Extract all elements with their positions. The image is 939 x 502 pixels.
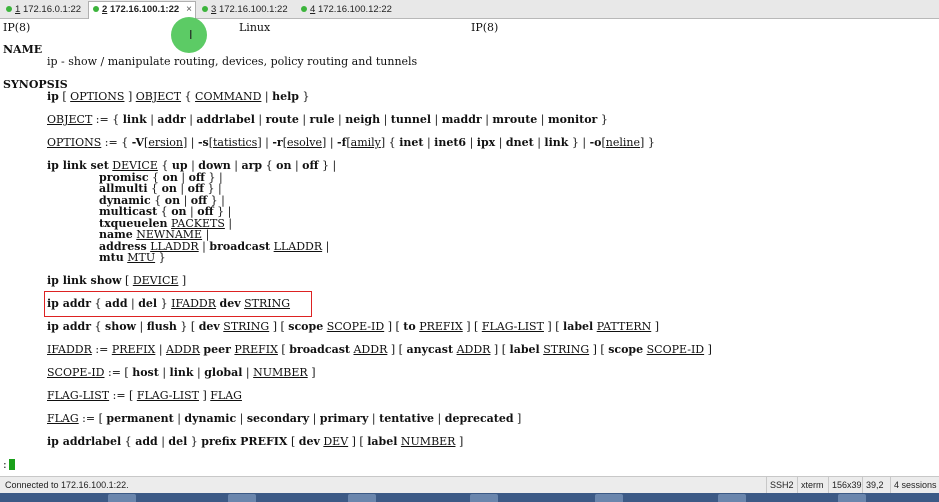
highlight-box (44, 291, 312, 317)
session-tab-3[interactable]: 3 172.16.100.1:22 (198, 2, 294, 17)
taskbar-button[interactable] (348, 494, 376, 502)
taskbar-button[interactable] (228, 494, 256, 502)
ifaddr-line: IFADDR := PREFIX | ADDR peer PREFIX [ br… (47, 343, 712, 356)
session-tab-4[interactable]: 4 172.16.100.12:22 (297, 2, 397, 17)
os-taskbar (0, 493, 939, 502)
connected-icon (202, 6, 208, 13)
options-line: OPTIONS := { -V[ersion] | -s[tatistics] … (47, 136, 655, 149)
taskbar-button[interactable] (718, 494, 746, 502)
addrlabel-line: ip addrlabel { add | del } prefix PREFIX… (47, 435, 464, 448)
name-heading: NAME (3, 43, 43, 56)
session-tab-1[interactable]: 1 172.16.0.1:22 (2, 2, 86, 17)
ibeam-cursor-icon: I (189, 28, 193, 42)
flag-list-line: FLAG-LIST := [ FLAG-LIST ] FLAG (47, 389, 242, 402)
session-tab-2[interactable]: 2 172.16.100.1:22 × (88, 1, 196, 19)
manpage-header-right: IP(8) (471, 21, 499, 34)
pager-prompt: : (3, 458, 7, 471)
addr-show-line: ip addr { show | flush } [ dev STRING ] … (47, 320, 660, 333)
taskbar-button[interactable] (470, 494, 498, 502)
flag-line: FLAG := [ permanent | dynamic | secondar… (47, 412, 522, 425)
taskbar-button[interactable] (838, 494, 866, 502)
manpage-header-center: Linux (239, 21, 271, 34)
cursor-position-status: 39,2 (862, 477, 884, 494)
manpage-header-left: IP(8) (3, 21, 31, 34)
connected-icon (93, 6, 99, 13)
terminal-size-status: 156x39 (828, 477, 862, 494)
scope-id-line: SCOPE-ID := [ host | link | global | NUM… (47, 366, 316, 379)
connected-icon (301, 6, 307, 13)
name-description: ip - show / manipulate routing, devices,… (47, 55, 418, 68)
taskbar-button[interactable] (108, 494, 136, 502)
link-set-line: mtu MTU } (99, 251, 166, 264)
protocol-status: SSH2 (766, 477, 794, 494)
connected-icon (6, 6, 12, 13)
taskbar-button[interactable] (595, 494, 623, 502)
connection-status: Connected to 172.16.100.1:22. (5, 480, 129, 490)
status-bar: Connected to 172.16.100.1:22. SSH2 xterm… (0, 476, 939, 494)
session-tab-bar: 1 172.16.0.1:22 2 172.16.100.1:22 × 3 17… (0, 0, 939, 19)
object-line: OBJECT := { link | addr | addrlabel | ro… (47, 113, 608, 126)
link-show-line: ip link show [ DEVICE ] (47, 274, 187, 287)
synopsis-line: ip [ OPTIONS ] OBJECT { COMMAND | help } (47, 90, 310, 103)
terminal-screen[interactable]: IP(8) Linux IP(8) NAME ip - show / manip… (0, 19, 939, 474)
close-tab-icon[interactable]: × (186, 2, 192, 17)
sessions-status: 4 sessions (890, 477, 937, 494)
terminal-type-status: xterm (797, 477, 824, 494)
terminal-cursor (9, 459, 15, 470)
